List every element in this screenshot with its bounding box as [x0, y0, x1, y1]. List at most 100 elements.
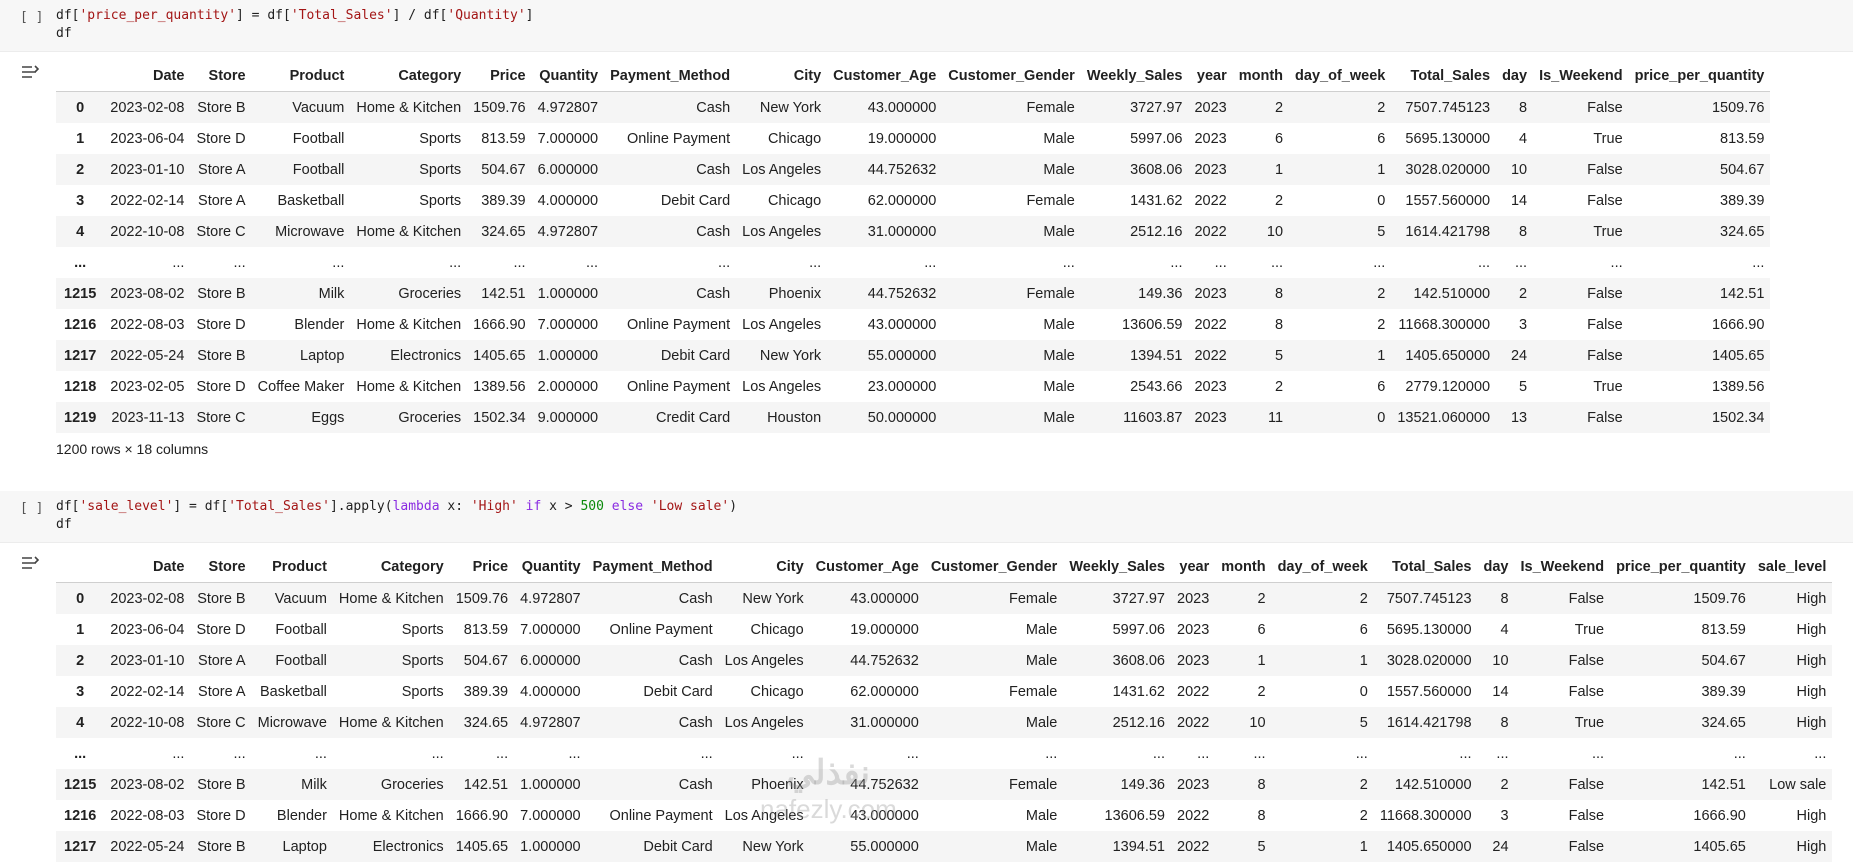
column-header: month	[1238, 67, 1284, 84]
index-header	[56, 60, 104, 92]
table-cell: Phoenix	[751, 776, 804, 793]
table-cell: 2022-08-03	[110, 807, 185, 824]
table-cell: Male	[1025, 838, 1058, 855]
table-cell: Female	[1026, 99, 1075, 116]
dataframe-shape: 1200 rows × 18 columns	[56, 441, 209, 457]
table-cell: ...	[568, 745, 581, 762]
table-cell: Groceries	[398, 409, 462, 426]
table-row: 1216 2022-08-03 Store D Blender Home & Kitch…	[56, 309, 1770, 340]
header-row: Date Store Product Category Price Quantity Pay…	[56, 551, 1833, 583]
table-cell: False	[1568, 590, 1605, 607]
code-line-1: df['sale_level'] = df['Total_Sales'].app…	[56, 498, 737, 516]
table-cell: 2	[1359, 776, 1368, 793]
table-cell: 2022	[1194, 192, 1227, 209]
table-cell: Phoenix	[768, 285, 822, 302]
table-cell: Vacuum	[274, 590, 327, 607]
output-toggle-icon[interactable]	[0, 52, 56, 465]
table-cell: True	[1593, 130, 1623, 147]
table-cell: True	[1574, 714, 1605, 731]
column-header: day	[1502, 67, 1528, 84]
code-cell-2[interactable]: [ ] df['sale_level'] = df['Total_Sales']…	[0, 491, 1853, 543]
row-index: 3	[76, 683, 85, 700]
code-token: ]	[525, 8, 534, 23]
table-row: 0 2023-02-08 Store B Vacuum Home & Kitchen 15…	[56, 91, 1771, 123]
table-cell: 2022-10-08	[110, 223, 185, 240]
table-cell: 1614.421798	[1386, 714, 1472, 731]
table-cell: 10	[1249, 714, 1266, 731]
run-cell-button[interactable]: [ ]	[0, 491, 56, 542]
table-cell: 7507.745123	[1405, 99, 1491, 116]
column-header: Payment_Method	[610, 67, 731, 84]
table-cell: Online Payment	[609, 621, 713, 638]
column-header: month	[1221, 558, 1266, 575]
row-index: 3	[76, 192, 85, 209]
column-header: City	[776, 558, 804, 575]
table-cell: ...	[1355, 745, 1368, 762]
table-cell: 1431.62	[1130, 192, 1183, 209]
table-cell: ...	[585, 254, 599, 271]
table-cell: 2023	[1194, 161, 1227, 178]
table-cell: 813.59	[463, 621, 509, 638]
table-cell: ...	[314, 745, 327, 762]
column-header: Price	[472, 558, 509, 575]
table-cell: 2023	[1177, 590, 1210, 607]
string-token: 'Total_Sales'	[290, 8, 393, 23]
table-cell: 2023-01-10	[110, 652, 185, 669]
column-header: Quantity	[539, 67, 599, 84]
table-cell: ...	[233, 254, 246, 271]
table-cell: 1666.90	[1711, 316, 1765, 333]
table-cell: ...	[791, 745, 804, 762]
code-token: ] = df[	[173, 499, 229, 514]
table-row: 1216 2022-08-03 Store D Blender Home & Kitch…	[56, 800, 1832, 831]
code-editor[interactable]: df['sale_level'] = df['Total_Sales'].app…	[56, 491, 737, 542]
table-cell: 6	[1359, 621, 1368, 638]
table-row: 0 2023-02-08 Store B Vacuum Home & Kitchen 15…	[56, 582, 1833, 614]
table-cell: Microwave	[275, 223, 345, 240]
table-cell: Chicago	[767, 130, 822, 147]
table-cell: Home & Kitchen	[356, 316, 462, 333]
table-cell: 5	[1377, 223, 1386, 240]
output-toggle-icon[interactable]	[0, 543, 56, 862]
code-cell-1[interactable]: [ ] df['price_per_quantity'] = df['Total…	[0, 0, 1853, 52]
table-cell: 1	[1257, 652, 1266, 669]
column-header: Is_Weekend	[1520, 558, 1605, 575]
table-cell: 5997.06	[1112, 621, 1165, 638]
table-cell: 504.67	[481, 161, 526, 178]
table-cell: 1	[1377, 161, 1386, 178]
table-cell: ...	[1197, 745, 1210, 762]
table-cell: False	[1587, 99, 1623, 116]
table-cell: 2.000000	[537, 378, 599, 395]
column-header: day	[1483, 558, 1509, 575]
table-cell: Coffee Maker	[257, 378, 345, 395]
table-cell: 1614.421798	[1405, 223, 1491, 240]
table-cell: False	[1587, 347, 1623, 364]
table-cell: Male	[1043, 161, 1075, 178]
code-line-2: df	[56, 517, 72, 532]
table-cell: Online Payment	[609, 807, 713, 824]
table-cell: 813.59	[1701, 621, 1746, 638]
table-cell: Home & Kitchen	[356, 223, 462, 240]
table-cell: Female	[1026, 192, 1075, 209]
table-cell: 5695.130000	[1386, 621, 1472, 638]
column-header: Quantity	[521, 558, 581, 575]
table-cell: 389.39	[1720, 192, 1765, 209]
table-cell: 6.000000	[537, 161, 599, 178]
table-cell: 813.59	[1720, 130, 1765, 147]
code-editor[interactable]: df['price_per_quantity'] = df['Total_Sal…	[56, 0, 533, 51]
table-cell: High	[1796, 652, 1827, 669]
table-cell: ...	[1752, 254, 1765, 271]
table-cell: 4	[1519, 130, 1528, 147]
table-cell: High	[1796, 714, 1827, 731]
table-cell: Store C	[196, 714, 246, 731]
run-cell-button[interactable]: [ ]	[0, 0, 56, 51]
table-cell: 2	[1274, 99, 1284, 116]
table-row: 1 2023-06-04 Store D Football Sports 813.59 7.…	[56, 123, 1770, 154]
table-cell: Milk	[318, 285, 345, 302]
table-cell: 2022-05-24	[110, 347, 185, 364]
table-cell: False	[1587, 285, 1623, 302]
table-cell: Cash	[678, 590, 713, 607]
table-cell: Sports	[419, 161, 462, 178]
table-cell: 13521.060000	[1397, 409, 1491, 426]
table-cell: Store B	[197, 776, 246, 793]
table-cell: 3	[1519, 316, 1528, 333]
